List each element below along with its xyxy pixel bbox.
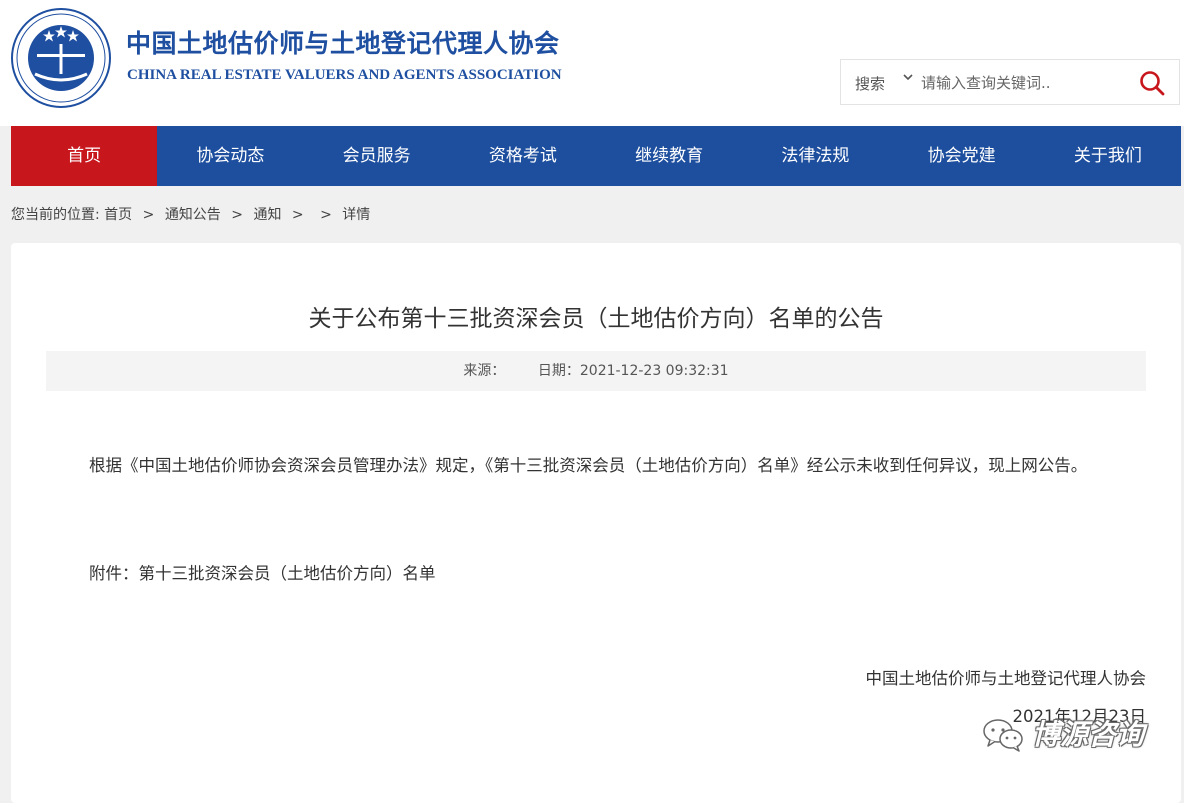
breadcrumb-current: 详情 xyxy=(342,207,371,223)
site-title-cn: 中国土地估价师与土地登记代理人协会 xyxy=(126,29,560,58)
nav-item-news[interactable]: 协会动态 xyxy=(157,126,303,186)
article-paragraph: 根据《中国土地估价师协会资深会员管理办法》规定，《第十三批资深会员（土地估价方向… xyxy=(89,456,1088,475)
article-source: 来源： xyxy=(463,363,506,379)
article-date: 日期：2021-12-23 09:32:31 xyxy=(537,363,729,379)
nav-item-home[interactable]: 首页 xyxy=(11,126,158,186)
breadcrumb-notices[interactable]: 通知公告 xyxy=(165,207,221,223)
site-header: 中国土地估价师与土地登记代理人协会 CHINA REAL ESTATE VALU… xyxy=(0,0,1184,126)
article-signature-org: 中国土地估价师与土地登记代理人协会 xyxy=(865,669,1147,688)
article-card: 关于公布第十三批资深会员（土地估价方向）名单的公告 来源： 日期：2021-12… xyxy=(11,243,1181,803)
breadcrumb-separator: > xyxy=(231,207,243,223)
main-nav: 首页 协会动态 会员服务 资格考试 继续教育 法律法规 协会党建 关于我们 xyxy=(11,126,1181,186)
nav-item-education[interactable]: 继续教育 xyxy=(596,126,742,186)
article-attachment-link[interactable]: 附件：第十三批资深会员（土地估价方向）名单 xyxy=(46,558,1146,590)
nav-item-party[interactable]: 协会党建 xyxy=(889,126,1035,186)
article-title: 关于公布第十三批资深会员（土地估价方向）名单的公告 xyxy=(308,306,884,332)
breadcrumb-home[interactable]: 首页 xyxy=(104,207,132,223)
search-box: 搜索 xyxy=(840,59,1180,105)
breadcrumb-separator: > xyxy=(291,207,304,223)
chevron-down-icon[interactable] xyxy=(902,71,914,83)
search-type-select[interactable]: 搜索 xyxy=(855,73,885,94)
search-input[interactable] xyxy=(919,69,1123,97)
article-meta: 来源： 日期：2021-12-23 09:32:31 xyxy=(46,351,1146,391)
nav-item-member-services[interactable]: 会员服务 xyxy=(304,126,450,186)
breadcrumb-notice[interactable]: 通知 xyxy=(253,207,281,223)
breadcrumb-separator: > xyxy=(142,207,155,223)
breadcrumb-prefix: 您当前的位置: xyxy=(11,207,100,223)
breadcrumb-separator: > xyxy=(320,207,332,223)
site-title-en: CHINA REAL ESTATE VALUERS AND AGENTS ASS… xyxy=(127,67,562,83)
nav-item-about[interactable]: 关于我们 xyxy=(1035,126,1181,186)
association-logo[interactable] xyxy=(11,8,111,108)
nav-item-exams[interactable]: 资格考试 xyxy=(450,126,596,186)
nav-item-laws[interactable]: 法律法规 xyxy=(742,126,888,186)
article-signature-date: 2021年12月23日 xyxy=(1012,707,1146,726)
breadcrumb: 您当前的位置: 首页 > 通知公告 > 通知 > > 详情 xyxy=(11,204,370,224)
search-icon[interactable] xyxy=(1139,70,1165,96)
